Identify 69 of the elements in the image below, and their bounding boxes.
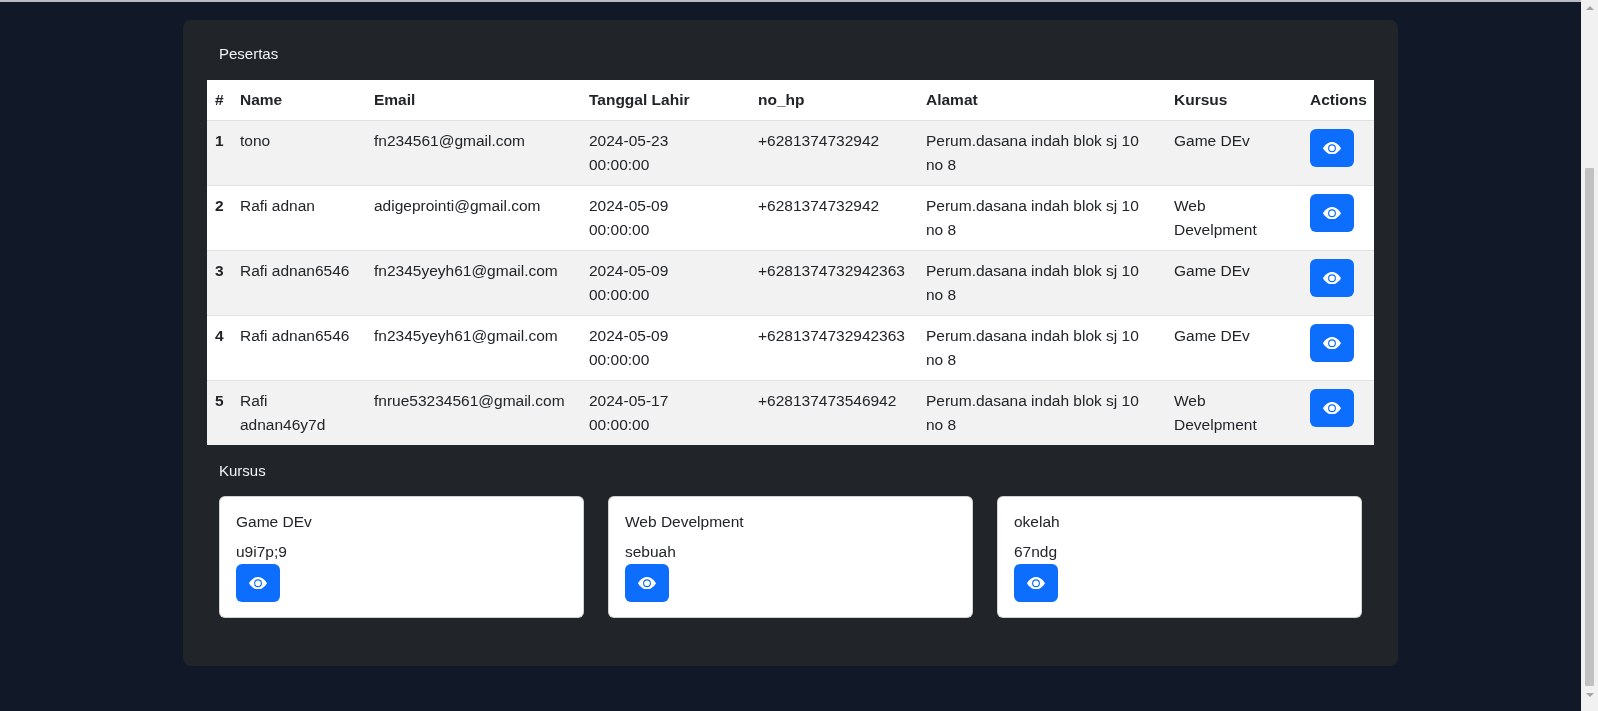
course-title: okelah: [1014, 512, 1061, 532]
scrollbar[interactable]: [1581, 0, 1598, 711]
table-cell: adigeprointi@gmail.com: [366, 185, 581, 251]
view-button[interactable]: [1310, 129, 1354, 167]
table-cell: Perum.dasana indah blok sj 10 no 8: [918, 315, 1166, 381]
table-cell: +6281374732942: [750, 185, 918, 251]
table-cell: Web Develpment: [1166, 185, 1302, 251]
table-cell: Rafi adnan46y7d: [232, 380, 366, 445]
course-title: Game DEv: [236, 512, 313, 532]
table-cell: 2024-05-09 00:00:00: [581, 250, 750, 316]
column-header: Alamat: [918, 80, 1166, 121]
table-cell: 2024-05-17 00:00:00: [581, 380, 750, 445]
table-cell: tono: [232, 120, 366, 186]
scrollbar-thumb[interactable]: [1585, 168, 1594, 686]
table-cell: 2024-05-09 00:00:00: [581, 315, 750, 381]
eye-icon: [1323, 401, 1341, 415]
view-button[interactable]: [1310, 259, 1354, 297]
eye-icon: [1323, 336, 1341, 350]
eye-icon: [1323, 271, 1341, 285]
table-cell: Web Develpment: [1166, 380, 1302, 445]
view-button[interactable]: [1310, 389, 1354, 427]
eye-icon: [638, 576, 656, 590]
view-button[interactable]: [1014, 564, 1058, 602]
table-cell: Rafi adnan6546: [232, 250, 366, 316]
table-cell: Game DEv: [1166, 315, 1302, 381]
table-cell: Perum.dasana indah blok sj 10 no 8: [918, 380, 1166, 445]
section-title: Kursus: [218, 461, 267, 481]
table-cell: +6281374732942: [750, 120, 918, 186]
view-button[interactable]: [236, 564, 280, 602]
course-title: Web Develpment: [625, 512, 745, 532]
table-cell: 4: [207, 315, 232, 381]
table-cell: fn234561@gmail.com: [366, 120, 581, 186]
section-title: Pesertas: [218, 44, 280, 64]
view-button[interactable]: [1310, 324, 1354, 362]
table-cell: +6281374732942363: [750, 315, 918, 381]
course-description: u9i7p;9: [236, 542, 288, 562]
table-cell: Rafi adnan6546: [232, 315, 366, 381]
table-cell: 3: [207, 250, 232, 316]
column-header: Actions: [1302, 80, 1374, 121]
column-header: Email: [366, 80, 581, 121]
table-cell: Rafi adnan: [232, 185, 366, 251]
eye-icon: [249, 576, 267, 590]
view-button[interactable]: [625, 564, 669, 602]
column-header: Name: [232, 80, 366, 121]
table-cell: 2024-05-23 00:00:00: [581, 120, 750, 186]
eye-icon: [1323, 141, 1341, 155]
table-cell: 2: [207, 185, 232, 251]
table-cell: +6281374732942363: [750, 250, 918, 316]
column-header: #: [207, 80, 232, 121]
table-cell: +628137473546942: [750, 380, 918, 445]
eye-icon: [1323, 206, 1341, 220]
course-description: 67ndg: [1014, 542, 1059, 562]
column-header: Kursus: [1166, 80, 1302, 121]
column-header: Tanggal Lahir: [581, 80, 750, 121]
table-cell: Game DEv: [1166, 250, 1302, 316]
column-header: no_hp: [750, 80, 918, 121]
table-cell: Perum.dasana indah blok sj 10 no 8: [918, 185, 1166, 251]
table-cell: Game DEv: [1166, 120, 1302, 186]
view-button[interactable]: [1310, 194, 1354, 232]
table-cell: fn2345yeyh61@gmail.com: [366, 250, 581, 316]
table-cell: fnrue53234561@gmail.com: [366, 380, 581, 445]
table-cell: 2024-05-09 00:00:00: [581, 185, 750, 251]
table-cell: fn2345yeyh61@gmail.com: [366, 315, 581, 381]
table-cell: Perum.dasana indah blok sj 10 no 8: [918, 250, 1166, 316]
table-cell: 5: [207, 380, 232, 445]
eye-icon: [1027, 576, 1045, 590]
course-description: sebuah: [625, 542, 677, 562]
table-cell: Perum.dasana indah blok sj 10 no 8: [918, 120, 1166, 186]
table-cell: 1: [207, 120, 232, 186]
